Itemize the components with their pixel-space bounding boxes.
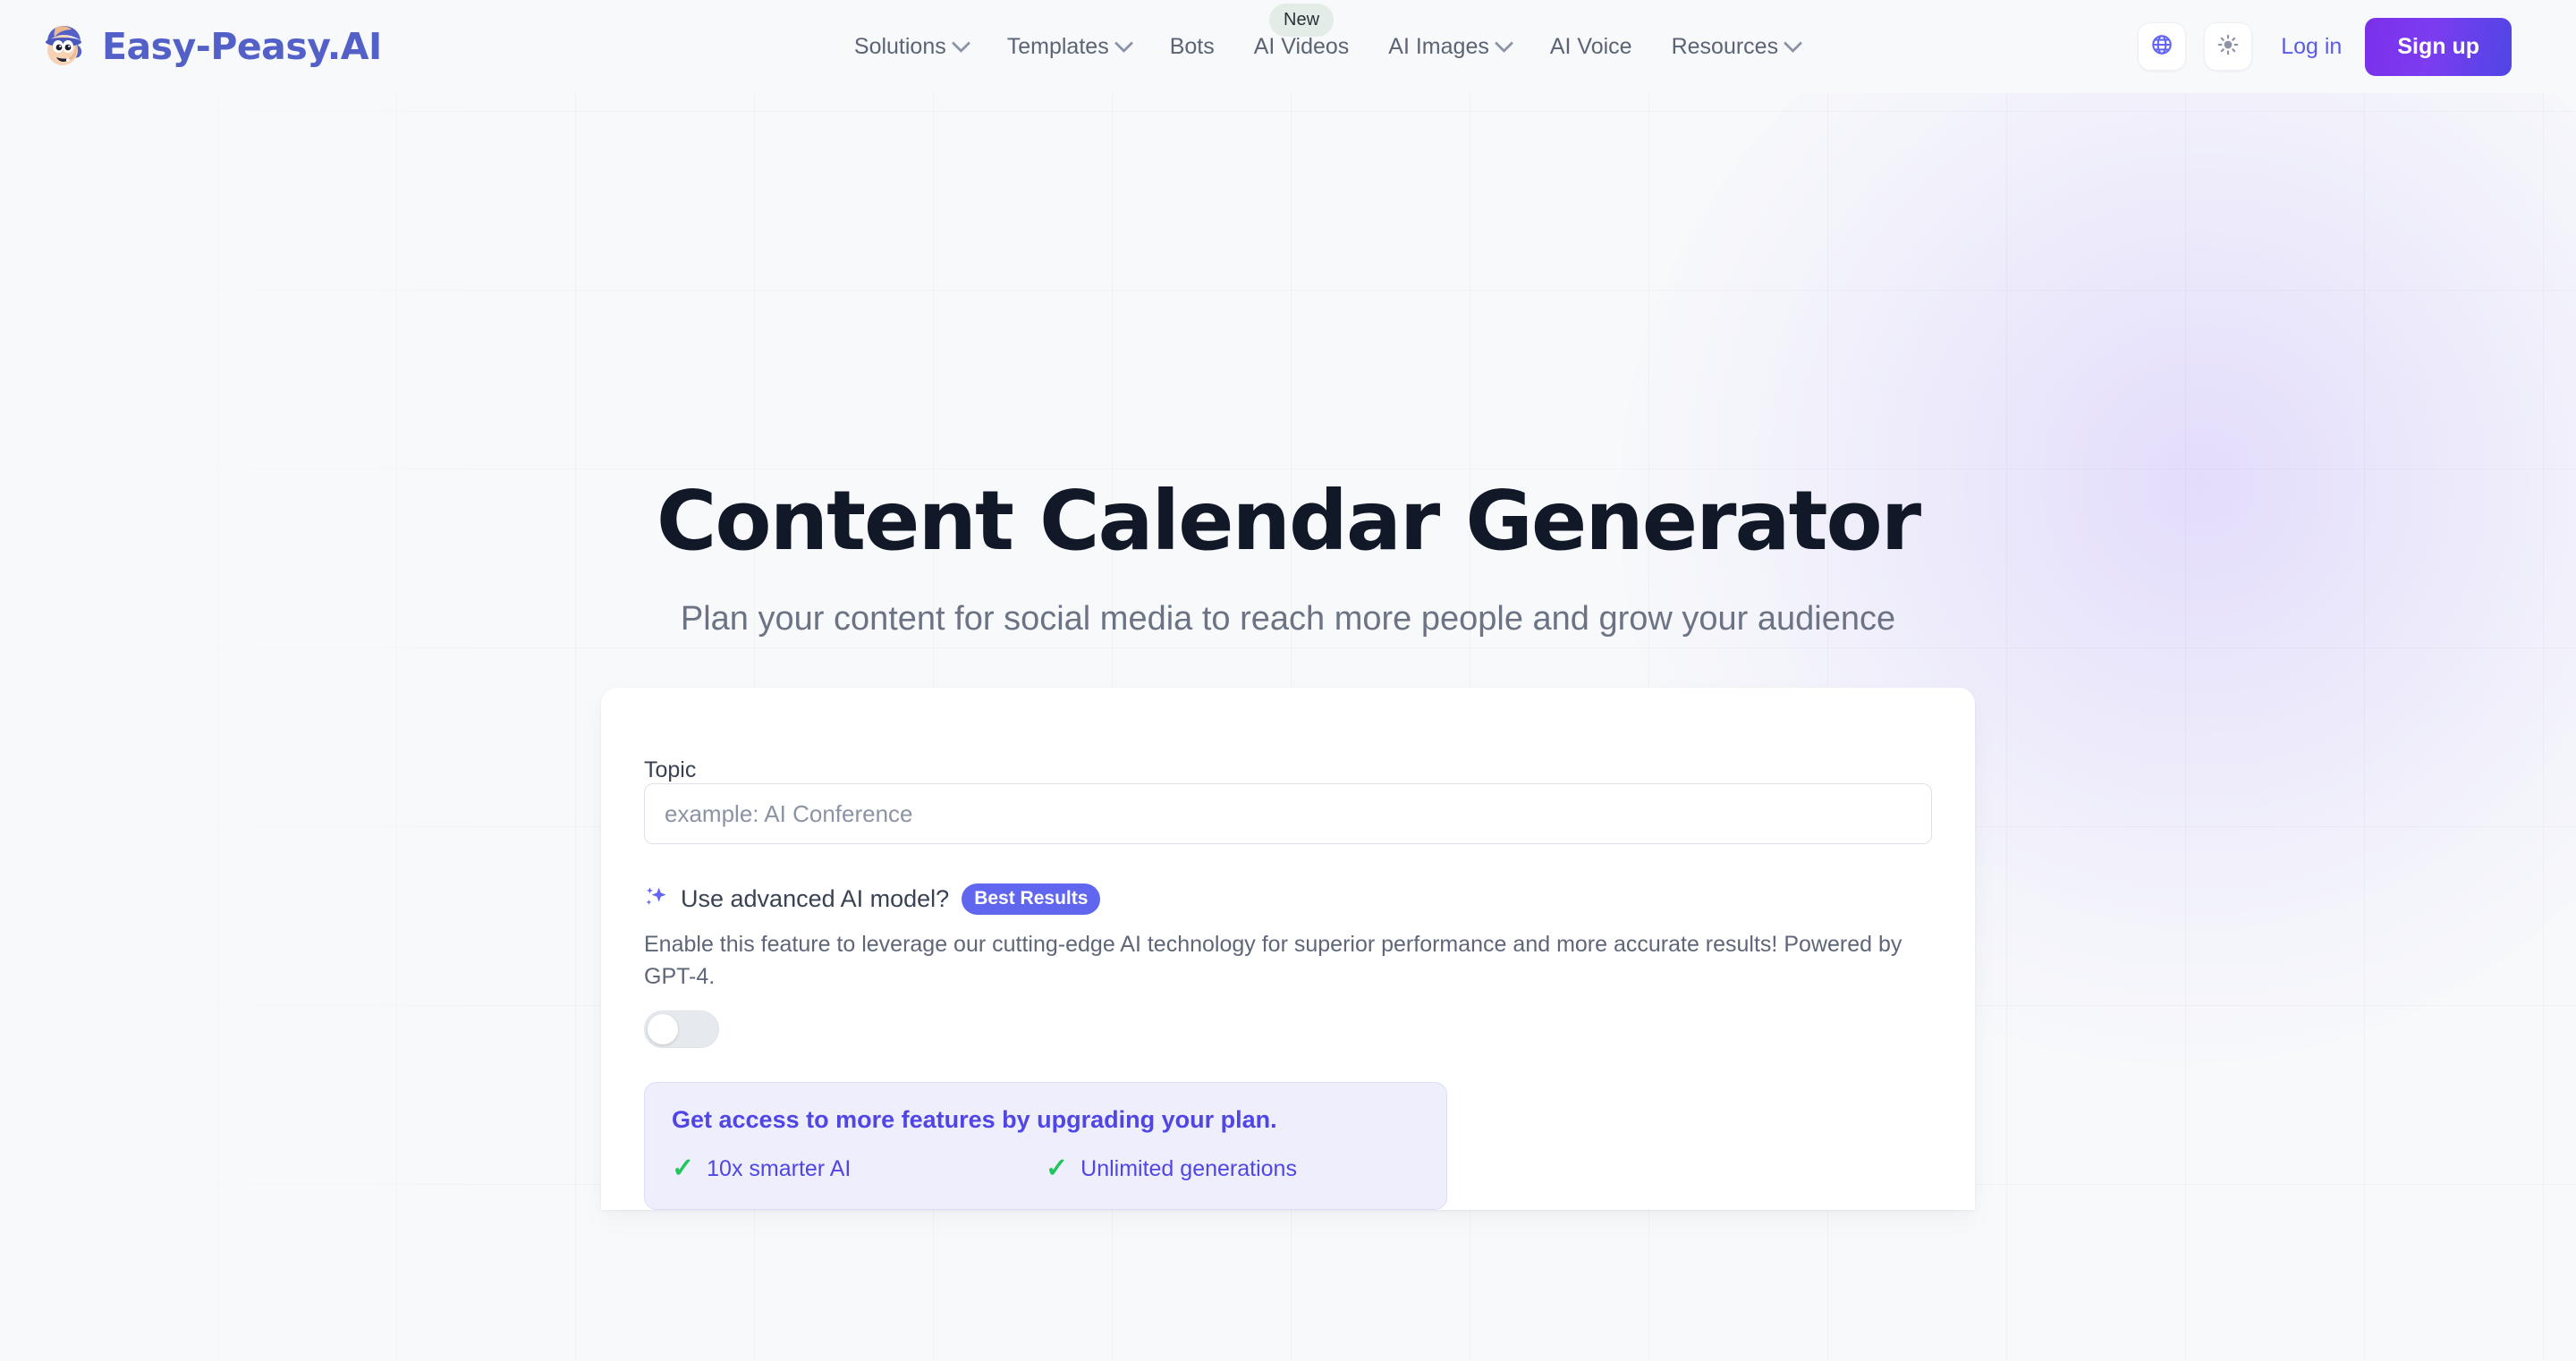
sparkles-icon [644,885,668,914]
primary-navigation: Solutions Templates Bots New AI Videos A… [516,3,2138,67]
check-icon: ✓ [1046,1154,1069,1184]
upgrade-feature-label: Unlimited generations [1080,1155,1297,1181]
upgrade-feature-label: 10x smarter AI [707,1155,852,1181]
advanced-model-label: Use advanced AI model? [681,885,950,913]
upgrade-feature-list: ✓ 10x smarter AI ✓ Unlimited generations [672,1155,1419,1182]
best-results-badge: Best Results [962,883,1101,916]
site-header: Easy-Peasy.AI Solutions Templates Bots N… [0,0,2576,93]
nav-label: Templates [1006,33,1109,59]
globe-icon [2150,33,2174,61]
hero-section: Content Calendar Generator Plan your con… [0,93,2576,640]
upgrade-banner-title: Get access to more features by upgrading… [672,1106,1277,1134]
nav-label: Resources [1671,33,1779,59]
generator-form-card: Topic Use advanced AI model? Best Result… [601,688,1975,1211]
nav-item-ai-voice[interactable]: AI Voice [1550,27,1632,67]
chevron-down-icon [1783,33,1803,53]
nav-item-bots[interactable]: Bots [1170,27,1215,67]
advanced-model-row: Use advanced AI model? Best Results [644,883,1932,916]
nav-item-templates[interactable]: Templates [1006,27,1133,67]
nav-item-resources[interactable]: Resources [1671,27,1803,67]
chevron-down-icon [1494,33,1513,53]
check-icon: ✓ [672,1154,695,1184]
new-badge: New [1269,3,1335,37]
nav-item-solutions[interactable]: Solutions [853,27,970,67]
list-item: ✓ Unlimited generations [1046,1155,1419,1182]
theme-toggle-button[interactable] [2204,22,2253,71]
brand-logo-link[interactable]: Easy-Peasy.AI [39,21,382,72]
toggle-knob [648,1014,678,1045]
brand-name: Easy-Peasy.AI [102,25,382,68]
page-subtitle: Plan your content for social media to re… [680,599,1896,638]
nav-label: AI Videos [1253,33,1350,59]
header-actions: Log in Sign up [2138,17,2512,76]
chevron-down-icon [951,33,970,53]
nav-label: AI Images [1388,33,1489,59]
nav-item-ai-videos[interactable]: New AI Videos [1253,3,1350,67]
sun-icon [2216,33,2240,61]
login-link[interactable]: Log in [2281,34,2342,60]
topic-label: Topic [644,757,697,783]
topic-input[interactable] [644,783,1932,845]
nav-label: AI Voice [1549,33,1632,59]
mascot-avatar-icon [39,21,89,72]
nav-item-ai-images[interactable]: AI Images [1388,27,1513,67]
nav-label: Bots [1169,33,1215,59]
signup-button[interactable]: Sign up [2365,17,2512,76]
page-title: Content Calendar Generator [656,473,1921,569]
advanced-model-toggle[interactable] [644,1010,719,1049]
upgrade-plan-banner[interactable]: Get access to more features by upgrading… [644,1082,1447,1211]
chevron-down-icon [1114,33,1133,53]
list-item: ✓ 10x smarter AI [672,1155,1046,1182]
language-switcher-button[interactable] [2138,22,2187,71]
nav-label: Solutions [853,33,946,59]
advanced-model-description: Enable this feature to leverage our cutt… [644,932,1902,989]
